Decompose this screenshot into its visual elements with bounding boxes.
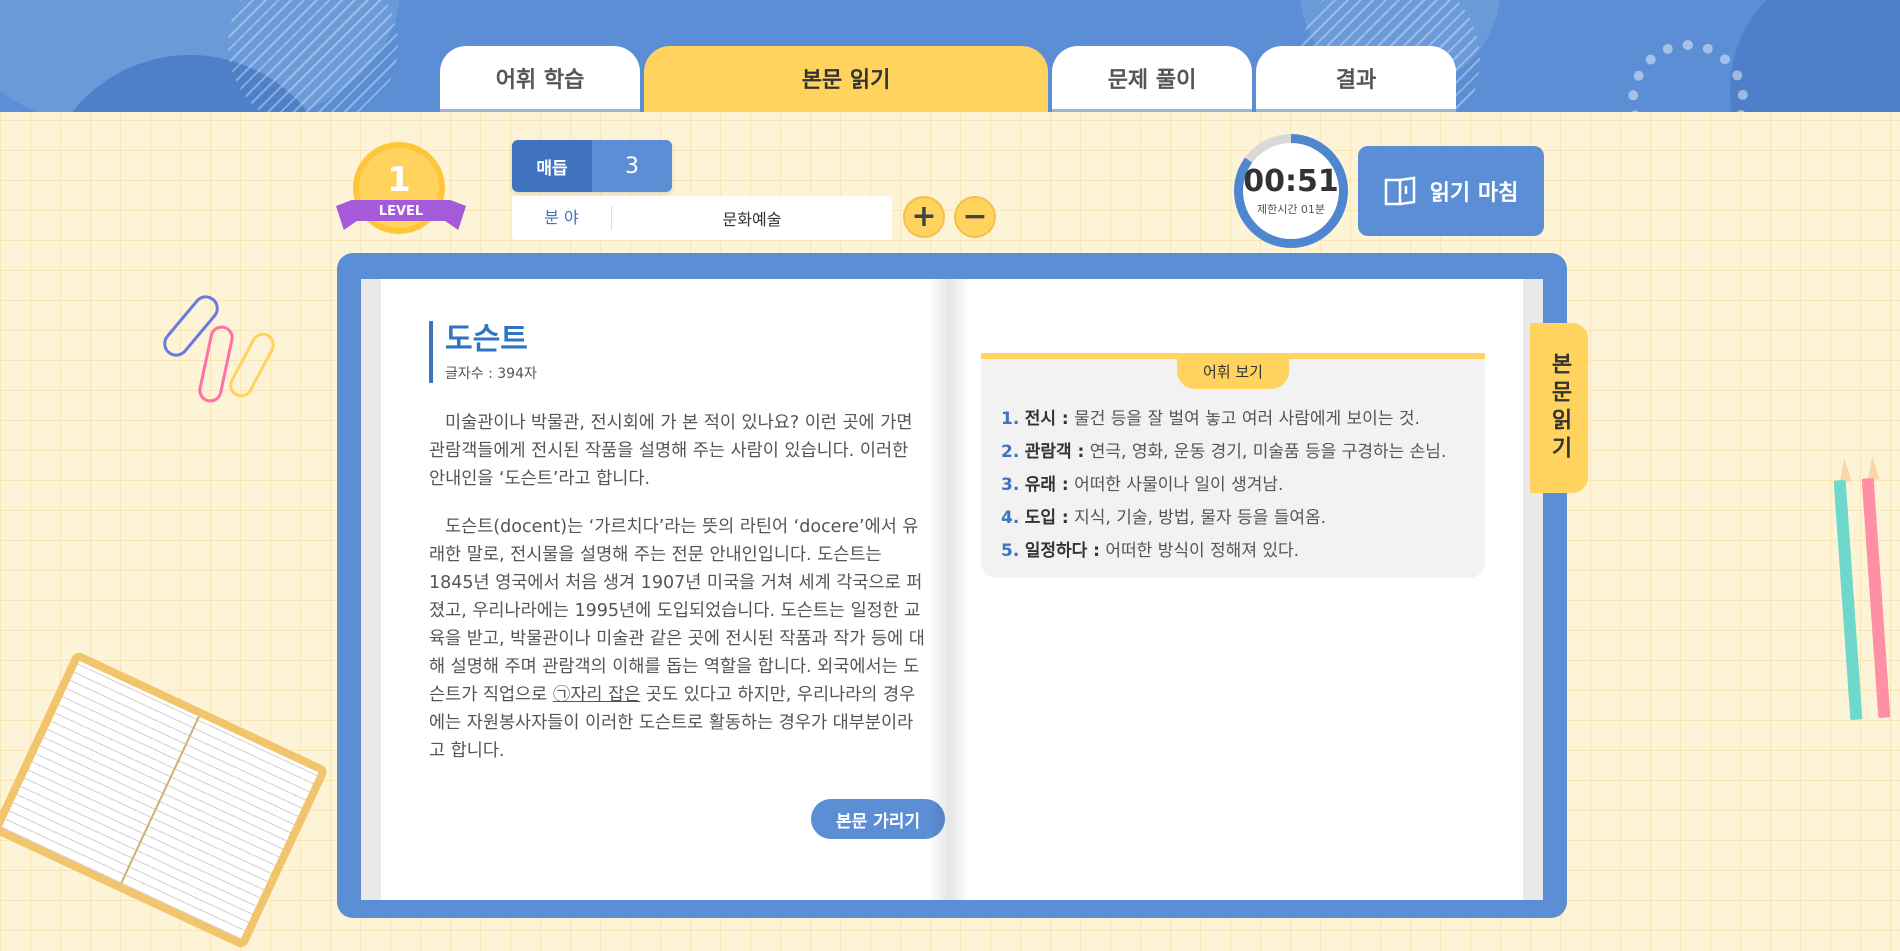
font-decrease-button[interactable]: − bbox=[954, 196, 996, 238]
vocab-definition: 지식, 기술, 방법, 물자 등을 들여옴. bbox=[1068, 508, 1327, 528]
vocab-item: 2. 관람객 : 연극, 영화, 운동 경기, 미술품 등을 구경하는 손님. bbox=[1001, 436, 1446, 469]
book-spine bbox=[929, 279, 969, 900]
passage-title: 도슨트 bbox=[445, 322, 528, 357]
vocab-term: 유래 : bbox=[1024, 475, 1069, 495]
passage-text: 도슨트(docent)는 ‘가르치다’라는 뜻의 라틴어 ‘docere’에서 … bbox=[429, 517, 925, 705]
pencil-icon bbox=[1833, 479, 1863, 721]
vocab-panel: 어휘 보기 1. 전시 : 물건 등을 잘 벌여 놓고 여러 사람에게 보이는 … bbox=[981, 353, 1485, 578]
tab-result[interactable]: 결과 bbox=[1256, 46, 1456, 112]
side-tab-passage-reading[interactable]: 본문읽기 bbox=[1530, 323, 1588, 493]
font-increase-button[interactable]: + bbox=[903, 196, 945, 238]
right-page: 어휘 보기 1. 전시 : 물건 등을 잘 벌여 놓고 여러 사람에게 보이는 … bbox=[949, 279, 1543, 900]
level-badge: 1 LEVEL bbox=[336, 142, 466, 242]
header-ring-decoration bbox=[1628, 40, 1748, 112]
vocab-number: 3. bbox=[1001, 475, 1020, 495]
left-page: 도슨트 글자수 : 394자 미술관이나 박물관, 전시회에 가 본 적이 있나… bbox=[361, 279, 949, 900]
vocab-definition: 연극, 영화, 운동 경기, 미술품 등을 구경하는 손님. bbox=[1084, 442, 1447, 462]
topic-indicator: 매듭 3 bbox=[512, 140, 672, 192]
timer-limit: 제한시간 01분 bbox=[1256, 203, 1326, 216]
pencil-icon bbox=[1861, 477, 1891, 719]
vocab-item: 1. 전시 : 물건 등을 잘 벌여 놓고 여러 사람에게 보이는 것. bbox=[1001, 403, 1446, 436]
book-open-icon bbox=[1384, 176, 1415, 206]
paperclip-icon bbox=[196, 323, 236, 405]
passage-paragraph-2: 도슨트(docent)는 ‘가르치다’라는 뜻의 라틴어 ‘docere’에서 … bbox=[429, 513, 929, 765]
pencil-tip-icon bbox=[1838, 458, 1852, 483]
vocab-definition: 어떠한 사물이나 일이 생겨남. bbox=[1068, 475, 1284, 495]
passage-paragraph-1: 미술관이나 박물관, 전시회에 가 본 적이 있나요? 이런 곳에 가면 관람객… bbox=[429, 413, 913, 489]
field-label: 분 야 bbox=[512, 206, 612, 230]
underlined-marker: ㉠자리 잡은 bbox=[552, 685, 641, 705]
vocab-definition: 물건 등을 잘 벌여 놓고 여러 사람에게 보이는 것. bbox=[1068, 409, 1420, 429]
passage-body: 미술관이나 박물관, 전시회에 가 본 적이 있나요? 이런 곳에 가면 관람객… bbox=[429, 409, 929, 785]
vocab-definition: 어떠한 방식이 정해져 있다. bbox=[1099, 541, 1300, 561]
level-number: 1 bbox=[387, 160, 411, 200]
vocab-number: 4. bbox=[1001, 508, 1020, 528]
vocab-number: 2. bbox=[1001, 442, 1020, 462]
field-indicator: 분 야 문화예술 bbox=[512, 196, 892, 240]
vocab-item: 4. 도입 : 지식, 기술, 방법, 물자 등을 들여옴. bbox=[1001, 502, 1446, 535]
tab-problem-solving[interactable]: 문제 풀이 bbox=[1052, 46, 1252, 112]
vocab-term: 일정하다 : bbox=[1024, 541, 1100, 561]
vocab-item: 3. 유래 : 어떠한 사물이나 일이 생겨남. bbox=[1001, 469, 1446, 502]
vocab-term: 도입 : bbox=[1024, 508, 1069, 528]
level-label: LEVEL bbox=[378, 204, 424, 219]
step-tabs: 어휘 학습 본문 읽기 문제 풀이 결과 bbox=[440, 46, 1456, 112]
field-value: 문화예술 bbox=[722, 210, 782, 229]
tab-passage-reading[interactable]: 본문 읽기 bbox=[644, 46, 1048, 112]
vocab-number: 5. bbox=[1001, 541, 1020, 561]
open-book-illustration bbox=[0, 650, 330, 950]
vocab-term: 관람객 : bbox=[1024, 442, 1085, 462]
plus-icon: + bbox=[911, 199, 937, 234]
timer-face: 00:51 제한시간 01분 bbox=[1243, 143, 1339, 239]
header-decoration bbox=[1730, 0, 1900, 112]
vocab-list: 1. 전시 : 물건 등을 잘 벌여 놓고 여러 사람에게 보이는 것. 2. … bbox=[1001, 403, 1446, 568]
vocab-term: 전시 : bbox=[1024, 409, 1069, 429]
vocab-item: 5. 일정하다 : 어떠한 방식이 정해져 있다. bbox=[1001, 535, 1446, 568]
finish-reading-button[interactable]: 읽기 마침 bbox=[1358, 146, 1544, 236]
timer-time: 00:51 bbox=[1243, 164, 1339, 199]
reading-timer: 00:51 제한시간 01분 bbox=[1234, 134, 1348, 248]
top-header: 어휘 학습 본문 읽기 문제 풀이 결과 bbox=[0, 0, 1900, 112]
pencil-tip-icon bbox=[1866, 456, 1880, 481]
book-frame: 도슨트 글자수 : 394자 미술관이나 박물관, 전시회에 가 본 적이 있나… bbox=[337, 253, 1567, 918]
header-hatch-decoration bbox=[228, 0, 398, 112]
tab-vocab-study[interactable]: 어휘 학습 bbox=[440, 46, 640, 112]
hide-passage-button[interactable]: 본문 가리기 bbox=[811, 799, 945, 839]
vocab-panel-tab[interactable]: 어휘 보기 bbox=[1177, 353, 1289, 389]
topic-label: 매듭 bbox=[512, 140, 592, 192]
finish-reading-label: 읽기 마침 bbox=[1429, 181, 1519, 206]
char-count: 글자수 : 394자 bbox=[445, 366, 537, 382]
topic-value: 3 bbox=[592, 140, 672, 192]
vocab-number: 1. bbox=[1001, 409, 1020, 429]
passage-header: 도슨트 글자수 : 394자 bbox=[429, 321, 537, 383]
minus-icon: − bbox=[962, 199, 988, 234]
